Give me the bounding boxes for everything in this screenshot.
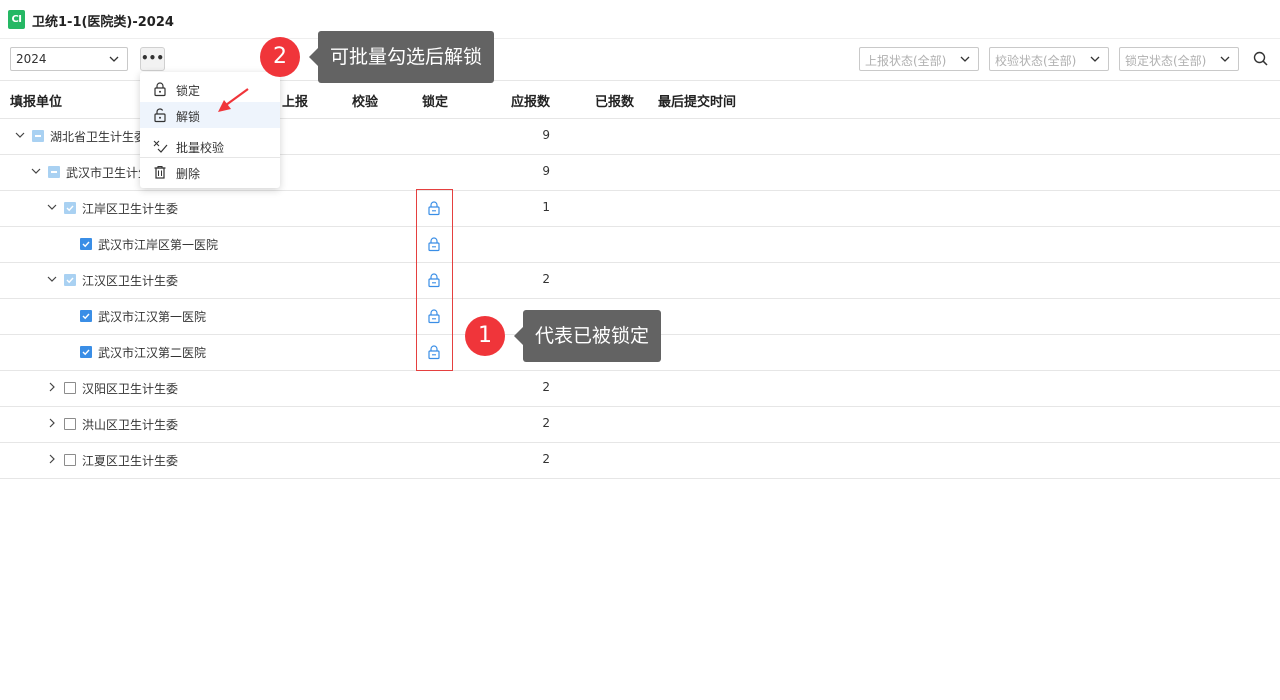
pointer-arrow-icon xyxy=(218,88,249,112)
unit-name: 汉阳区卫生计生委 xyxy=(82,382,179,396)
title-bar: CI 卫统1-1(医院类)-2024 xyxy=(0,0,1280,39)
annotation-badge-1: 1 xyxy=(465,316,505,356)
chevron-down-icon xyxy=(960,56,970,62)
lock-status-placeholder: 锁定状态(全部) xyxy=(1125,54,1207,68)
row-checkbox[interactable] xyxy=(64,274,76,286)
chevron-down-icon[interactable] xyxy=(14,129,26,141)
row-checkbox[interactable] xyxy=(80,346,92,358)
menu-item-label: 锁定 xyxy=(176,84,201,98)
row-checkbox[interactable] xyxy=(48,166,60,178)
menu-item-label: 删除 xyxy=(176,167,201,181)
page-title: 卫统1-1(医院类)-2024 xyxy=(32,15,174,30)
lock-icon xyxy=(154,82,166,97)
row-checkbox[interactable] xyxy=(32,130,44,142)
row-checkbox[interactable] xyxy=(80,310,92,322)
table-row[interactable]: 江岸区卫生计生委 1 xyxy=(0,190,1280,227)
unit-name: 江岸区卫生计生委 xyxy=(82,202,179,216)
table-row[interactable]: 武汉市江岸区第一医院 xyxy=(0,226,1280,263)
header-check: 校验 xyxy=(352,95,379,110)
row-checkbox[interactable] xyxy=(64,202,76,214)
annotation-badge-2: 2 xyxy=(260,37,300,77)
menu-item-batch-check[interactable]: 批量校验 xyxy=(140,133,280,159)
report-status-filter[interactable]: 上报状态(全部) xyxy=(859,47,979,71)
table-row[interactable]: 江夏区卫生计生委 2 xyxy=(0,442,1280,479)
chevron-down-icon xyxy=(1220,56,1230,62)
chevron-right-icon[interactable] xyxy=(46,417,58,429)
app-logo: CI xyxy=(8,10,25,29)
menu-item-label: 批量校验 xyxy=(176,141,225,155)
header-unit: 填报单位 xyxy=(10,95,63,110)
due-count: 9 xyxy=(542,128,550,142)
chevron-down-icon[interactable] xyxy=(46,273,58,285)
row-checkbox[interactable] xyxy=(80,238,92,250)
batch-check-icon xyxy=(153,140,168,153)
row-checkbox[interactable] xyxy=(64,454,76,466)
due-count: 2 xyxy=(542,416,550,430)
unit-name: 江夏区卫生计生委 xyxy=(82,454,179,468)
menu-item-label: 解锁 xyxy=(176,110,201,124)
header-report: 上报 xyxy=(282,95,309,110)
year-select[interactable]: 2024 xyxy=(10,47,128,71)
menu-item-delete[interactable]: 删除 xyxy=(140,159,280,185)
check-status-filter[interactable]: 校验状态(全部) xyxy=(989,47,1109,71)
unit-name: 湖北省卫生计生委 xyxy=(50,130,147,144)
search-icon[interactable] xyxy=(1252,50,1270,68)
table-row[interactable]: 江汉区卫生计生委 2 xyxy=(0,262,1280,299)
more-actions-button[interactable]: ••• xyxy=(140,47,165,71)
unit-name: 江汉区卫生计生委 xyxy=(82,274,179,288)
unlock-icon xyxy=(154,108,166,123)
check-status-placeholder: 校验状态(全部) xyxy=(995,54,1077,68)
more-dots: ••• xyxy=(141,51,165,65)
report-status-placeholder: 上报状态(全部) xyxy=(865,54,947,68)
menu-item-unlock[interactable]: 解锁 xyxy=(140,102,280,128)
lock-column-highlight xyxy=(416,189,453,371)
more-actions-menu: 锁定 解锁 批量校验 删除 xyxy=(140,72,280,188)
table-row[interactable]: 洪山区卫生计生委 2 xyxy=(0,406,1280,443)
unit-name: 武汉市江汉第二医院 xyxy=(98,346,207,360)
chevron-down-icon xyxy=(109,56,119,62)
due-count: 1 xyxy=(542,200,550,214)
annotation-callout-1: 代表已被锁定 xyxy=(513,310,662,362)
chevron-down-icon[interactable] xyxy=(30,165,42,177)
due-count: 9 xyxy=(542,164,550,178)
trash-icon xyxy=(154,165,166,179)
header-reported: 已报数 xyxy=(595,95,635,110)
row-checkbox[interactable] xyxy=(64,382,76,394)
due-count: 2 xyxy=(542,452,550,466)
due-count: 2 xyxy=(542,272,550,286)
header-lock: 锁定 xyxy=(422,95,449,110)
annotation-callout-2: 可批量勾选后解锁 xyxy=(308,31,495,83)
chevron-down-icon xyxy=(1090,56,1100,62)
year-select-value: 2024 xyxy=(16,52,47,66)
chevron-right-icon[interactable] xyxy=(46,381,58,393)
lock-status-filter[interactable]: 锁定状态(全部) xyxy=(1119,47,1239,71)
menu-item-lock[interactable]: 锁定 xyxy=(140,76,280,102)
due-count: 2 xyxy=(542,380,550,394)
row-checkbox[interactable] xyxy=(64,418,76,430)
header-last-time: 最后提交时间 xyxy=(658,95,737,110)
unit-name: 武汉市江岸区第一医院 xyxy=(98,238,219,252)
table-row[interactable]: 汉阳区卫生计生委 2 xyxy=(0,370,1280,407)
unit-name: 洪山区卫生计生委 xyxy=(82,418,179,432)
unit-name: 武汉市江汉第一医院 xyxy=(98,310,207,324)
chevron-right-icon[interactable] xyxy=(46,453,58,465)
chevron-down-icon[interactable] xyxy=(46,201,58,213)
header-due: 应报数 xyxy=(511,95,551,110)
